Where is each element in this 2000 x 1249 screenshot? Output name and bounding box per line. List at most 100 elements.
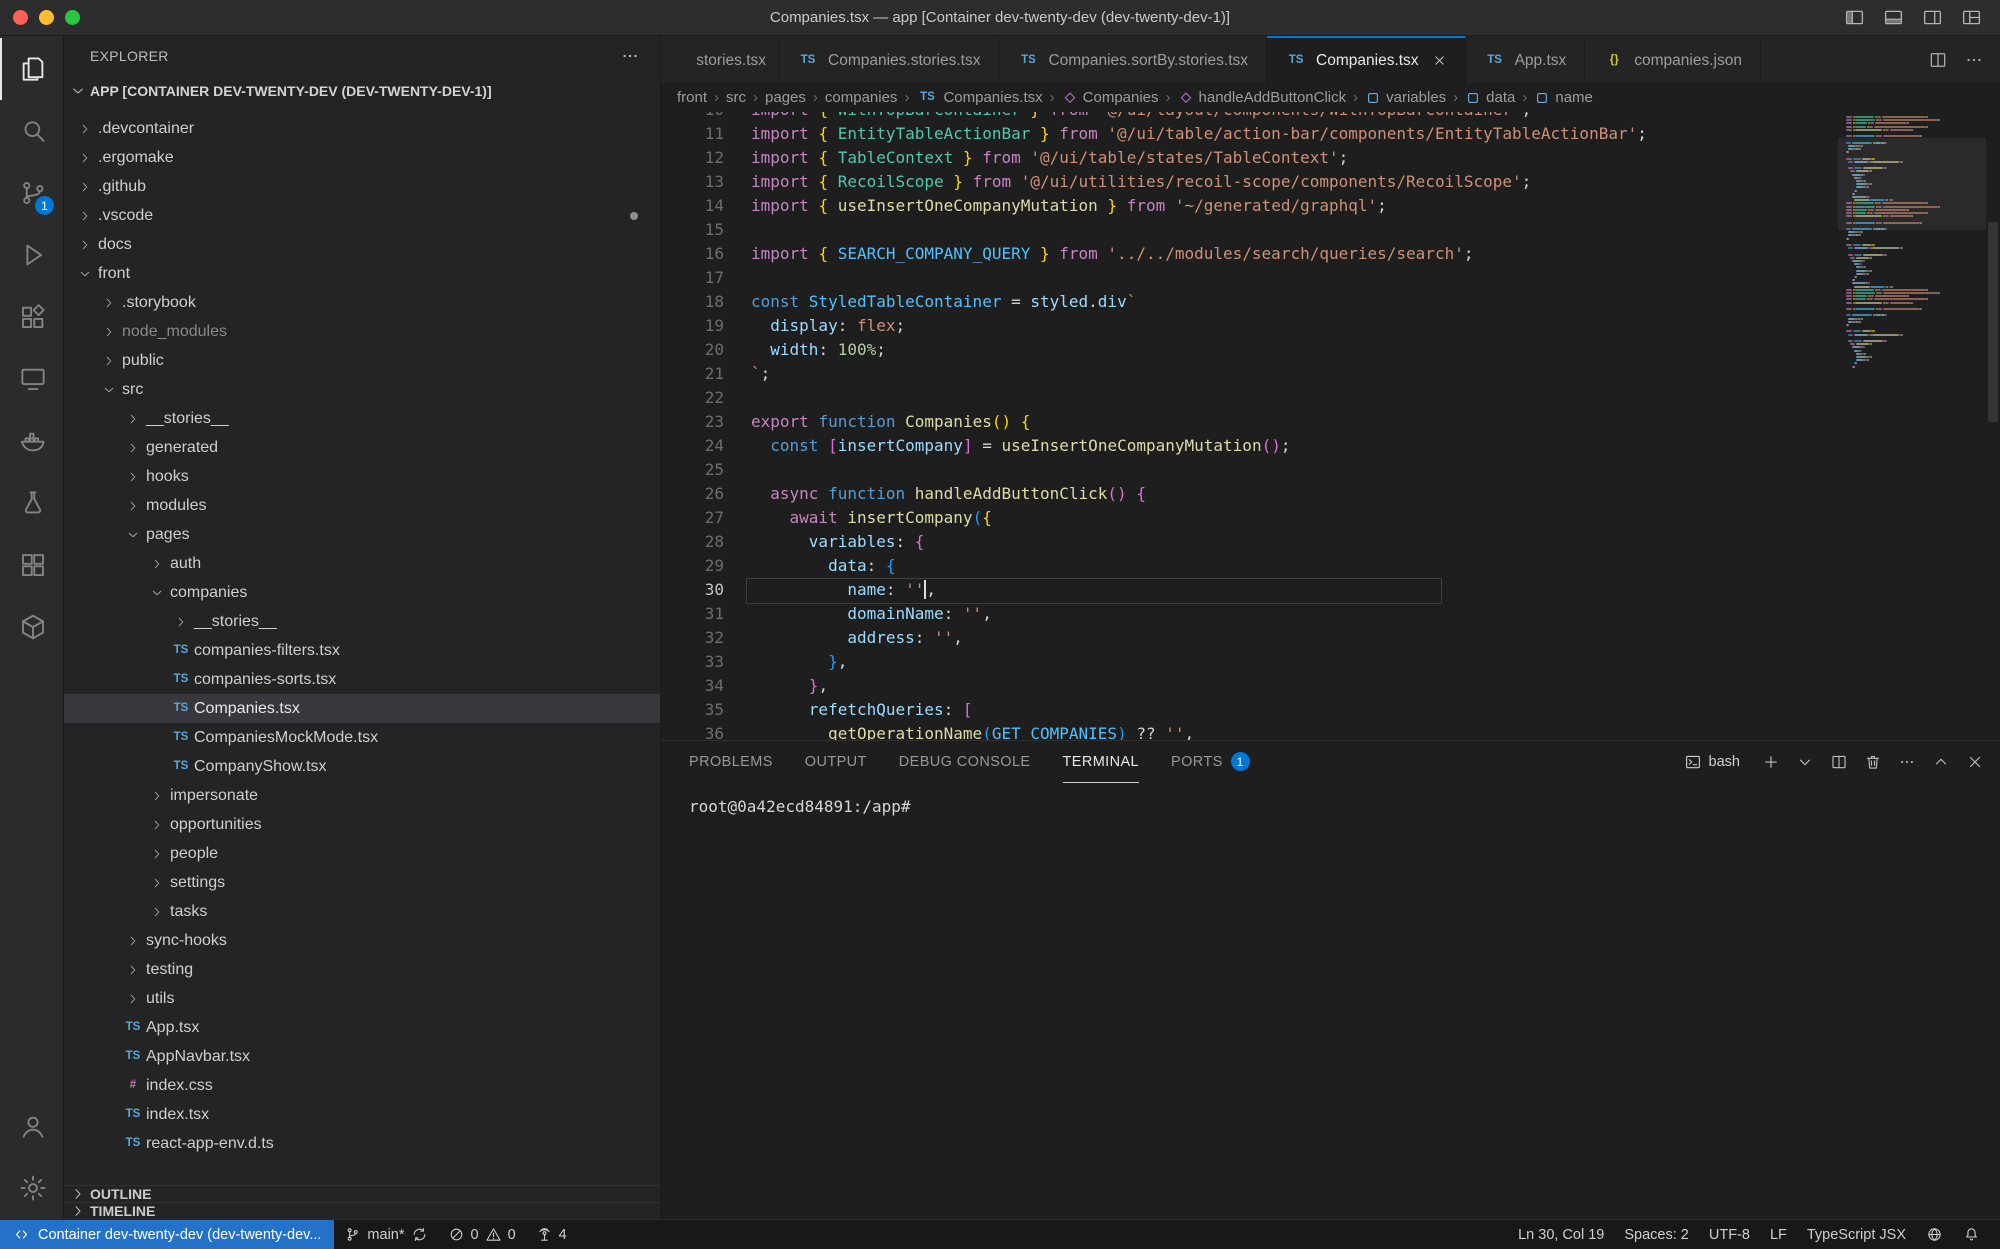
customize-layout-icon[interactable] xyxy=(1961,7,1982,28)
breadcrumb-item[interactable]: variables xyxy=(1365,89,1446,106)
run-debug-view-button[interactable] xyxy=(0,224,63,286)
tree-item[interactable]: modules xyxy=(64,491,660,520)
code-line[interactable]: 25 xyxy=(661,458,2000,482)
panel-tab-terminal[interactable]: TERMINAL xyxy=(1063,741,1140,783)
breadcrumb-item[interactable]: name xyxy=(1534,89,1593,106)
editor-tab[interactable]: TSCompanies.sortBy.stories.tsx xyxy=(999,36,1267,83)
tree-item[interactable]: TSreact-app-env.d.ts xyxy=(64,1129,660,1158)
code-line[interactable]: 14import { useInsertOneCompanyMutation }… xyxy=(661,194,2000,218)
minimap[interactable] xyxy=(1838,112,1986,402)
breadcrumb-item[interactable]: src xyxy=(726,89,746,106)
breadcrumb-item[interactable]: TSCompanies.tsx xyxy=(916,89,1042,106)
maximize-panel-icon[interactable] xyxy=(1932,753,1950,771)
cursor-position[interactable]: Ln 30, Col 19 xyxy=(1508,1220,1614,1249)
settings-gear-button[interactable] xyxy=(0,1157,63,1219)
tree-item[interactable]: .storybook xyxy=(64,288,660,317)
toggle-secondary-sidebar-icon[interactable] xyxy=(1922,7,1943,28)
editor-tab[interactable]: TSCompanies.tsx xyxy=(1267,36,1466,83)
scrollbar-slider[interactable] xyxy=(1988,222,1998,422)
code-line[interactable]: 20 width: 100%; xyxy=(661,338,2000,362)
explorer-view-button[interactable] xyxy=(0,38,63,100)
kill-terminal-icon[interactable] xyxy=(1864,753,1882,771)
breadcrumb-item[interactable]: Companies xyxy=(1062,89,1159,106)
tree-item[interactable]: auth xyxy=(64,549,660,578)
code-line[interactable]: 21`; xyxy=(661,362,2000,386)
code-line[interactable]: 23export function Companies() { xyxy=(661,410,2000,434)
ports-status[interactable]: 4 xyxy=(526,1220,577,1249)
breadcrumb-item[interactable]: front xyxy=(677,89,707,106)
code-line[interactable]: 15 xyxy=(661,218,2000,242)
tree-item[interactable]: companies xyxy=(64,578,660,607)
tree-item[interactable]: TScompanies-sorts.tsx xyxy=(64,665,660,694)
tree-item[interactable]: __stories__ xyxy=(64,607,660,636)
explorer-section-header[interactable]: APP [CONTAINER DEV-TWENTY-DEV (DEV-TWENT… xyxy=(64,76,660,106)
extensions-view-button[interactable] xyxy=(0,286,63,348)
shell-selector[interactable]: bash xyxy=(1684,753,1740,771)
tree-item[interactable]: .vscode xyxy=(64,201,660,230)
code-line[interactable]: 18const StyledTableContainer = styled.di… xyxy=(661,290,2000,314)
tree-item[interactable]: TSCompaniesMockMode.tsx xyxy=(64,723,660,752)
code-line[interactable]: 13import { RecoilScope } from '@/ui/util… xyxy=(661,170,2000,194)
tree-item[interactable]: hooks xyxy=(64,462,660,491)
code-line[interactable]: 36 getOperationName(GET_COMPANIES) ?? ''… xyxy=(661,722,2000,740)
split-editor-icon[interactable] xyxy=(1928,50,1948,70)
beaker-view-button[interactable] xyxy=(0,472,63,534)
minimize-window-button[interactable] xyxy=(39,10,54,25)
zoom-window-button[interactable] xyxy=(65,10,80,25)
code-line[interactable]: 32 address: '', xyxy=(661,626,2000,650)
close-window-button[interactable] xyxy=(13,10,28,25)
tree-item[interactable]: front xyxy=(64,259,660,288)
split-terminal-icon[interactable] xyxy=(1830,753,1848,771)
tree-item[interactable]: public xyxy=(64,346,660,375)
tree-item[interactable]: utils xyxy=(64,984,660,1013)
tree-item[interactable]: .ergomake xyxy=(64,143,660,172)
grid-view-button[interactable] xyxy=(0,534,63,596)
tree-item[interactable]: TSAppNavbar.tsx xyxy=(64,1042,660,1071)
panel-tab-ports[interactable]: PORTS1 xyxy=(1171,741,1250,783)
code-line[interactable]: 31 domainName: '', xyxy=(661,602,2000,626)
tree-item[interactable]: pages xyxy=(64,520,660,549)
code-line[interactable]: 19 display: flex; xyxy=(661,314,2000,338)
eol-status[interactable]: LF xyxy=(1760,1220,1797,1249)
more-actions-icon[interactable] xyxy=(1964,50,1984,70)
branch-status[interactable]: main* xyxy=(334,1220,437,1249)
panel-tab-output[interactable]: OUTPUT xyxy=(805,741,867,783)
code-line[interactable]: 11import { EntityTableActionBar } from '… xyxy=(661,122,2000,146)
tree-item[interactable]: #index.css xyxy=(64,1071,660,1100)
tree-item[interactable]: people xyxy=(64,839,660,868)
terminal[interactable]: root@0a42ecd84891:/app# xyxy=(661,783,2000,1219)
tree-item[interactable]: src xyxy=(64,375,660,404)
code-line[interactable]: 17 xyxy=(661,266,2000,290)
tree-item[interactable]: .devcontainer xyxy=(64,114,660,143)
editor-tab[interactable]: {}companies.json xyxy=(1585,36,1761,83)
close-panel-icon[interactable] xyxy=(1966,753,1984,771)
code-line[interactable]: 12import { TableContext } from '@/ui/tab… xyxy=(661,146,2000,170)
tree-item[interactable]: __stories__ xyxy=(64,404,660,433)
globe-status[interactable] xyxy=(1916,1220,1953,1249)
add-terminal-icon[interactable] xyxy=(1762,753,1780,771)
docker-view-button[interactable] xyxy=(0,410,63,472)
code-line[interactable]: 33 }, xyxy=(661,650,2000,674)
code-line[interactable]: 34 }, xyxy=(661,674,2000,698)
toggle-primary-sidebar-icon[interactable] xyxy=(1844,7,1865,28)
language-mode[interactable]: TypeScript JSX xyxy=(1797,1220,1916,1249)
tree-item[interactable]: testing xyxy=(64,955,660,984)
tree-item[interactable]: impersonate xyxy=(64,781,660,810)
encoding-status[interactable]: UTF-8 xyxy=(1699,1220,1760,1249)
problems-status[interactable]: 0 0 xyxy=(438,1220,526,1249)
editor-tab[interactable]: stories.tsx xyxy=(661,36,779,83)
breadcrumb-item[interactable]: data xyxy=(1465,89,1515,106)
code-line[interactable]: 35 refetchQueries: [ xyxy=(661,698,2000,722)
indentation-status[interactable]: Spaces: 2 xyxy=(1614,1220,1699,1249)
section-header-timeline[interactable]: TIMELINE xyxy=(64,1202,660,1219)
cube-view-button[interactable] xyxy=(0,596,63,658)
code-line[interactable]: 28 variables: { xyxy=(661,530,2000,554)
editor-tab[interactable]: TSApp.tsx xyxy=(1466,36,1586,83)
remote-indicator[interactable]: Container dev-twenty-dev (dev-twenty-dev… xyxy=(0,1220,334,1249)
views-more-actions-icon[interactable] xyxy=(620,46,640,66)
tree-item[interactable]: tasks xyxy=(64,897,660,926)
tree-item[interactable]: opportunities xyxy=(64,810,660,839)
source-control-view-button[interactable]: 1 xyxy=(0,162,63,224)
tree-item[interactable]: node_modules xyxy=(64,317,660,346)
panel-tab-problems[interactable]: PROBLEMS xyxy=(689,741,773,783)
